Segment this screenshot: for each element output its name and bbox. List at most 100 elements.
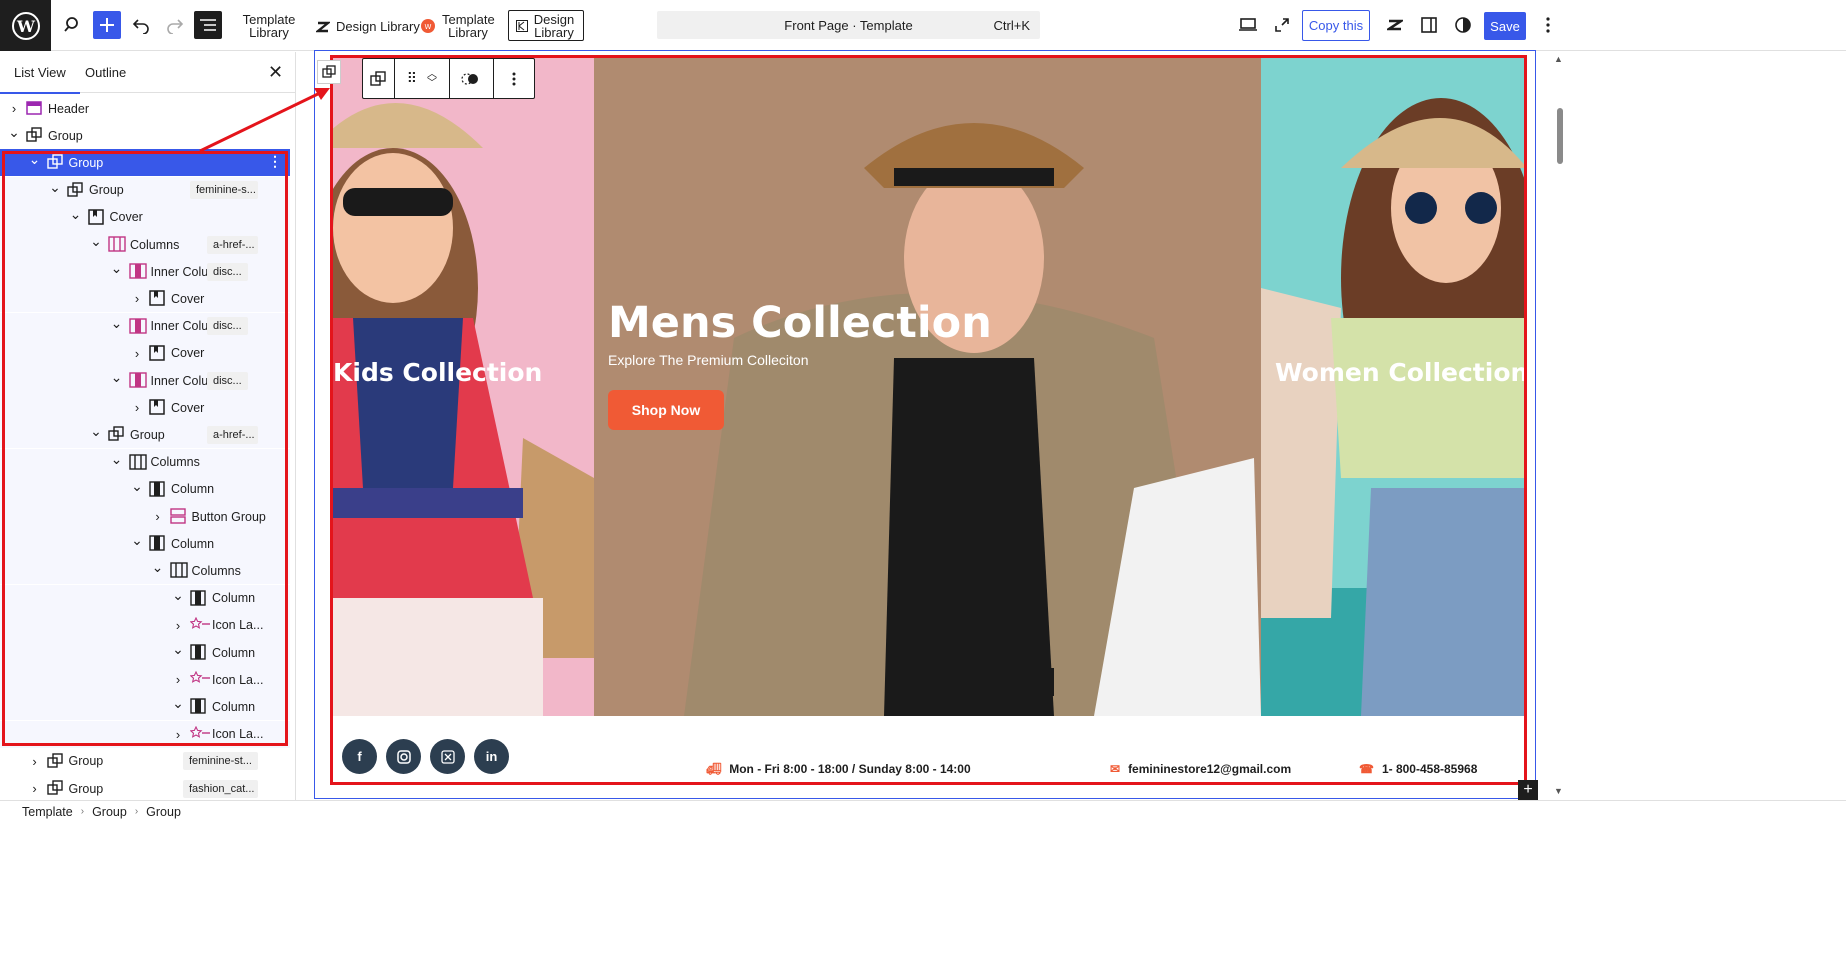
- scroll-down-icon[interactable]: ▼: [1554, 786, 1563, 796]
- list-view-row[interactable]: ⌄ Column: [0, 639, 290, 666]
- design-library-button[interactable]: Design Library: [316, 19, 420, 34]
- list-view-row[interactable]: ⌄ Group feminine-s...: [0, 176, 290, 204]
- chevron-down-icon[interactable]: ⌄: [131, 478, 143, 495]
- search-icon[interactable]: [58, 10, 88, 40]
- chevron-right-icon[interactable]: ›: [131, 400, 143, 415]
- list-view-row[interactable]: › Group fashion_cat...: [0, 775, 290, 800]
- template-library-button-2[interactable]: W Template Library: [420, 13, 495, 39]
- list-view-row[interactable]: › Cover: [0, 339, 290, 367]
- list-view-row[interactable]: › Cover: [0, 285, 290, 313]
- chevron-right-icon[interactable]: ›: [172, 672, 184, 687]
- canvas-scrollbar[interactable]: ▲ ▼: [1550, 52, 1568, 800]
- linkedin-icon[interactable]: in: [474, 739, 509, 774]
- command-palette-button[interactable]: Front Page · Template Ctrl+K: [657, 11, 1040, 39]
- chevron-down-icon[interactable]: ⌄: [111, 369, 123, 386]
- chevron-down-icon[interactable]: ⌄: [172, 641, 184, 658]
- scrollbar-thumb[interactable]: [1557, 108, 1563, 164]
- save-button[interactable]: Save: [1484, 12, 1526, 40]
- chevron-right-icon[interactable]: ›: [131, 291, 143, 306]
- chevron-down-icon[interactable]: ⌄: [90, 233, 102, 250]
- chevron-right-icon[interactable]: ›: [172, 618, 184, 633]
- chevron-down-icon[interactable]: ⌄: [111, 451, 123, 468]
- chevron-down-icon[interactable]: ⌄: [90, 423, 102, 440]
- list-view-row[interactable]: › Button Group: [0, 503, 290, 530]
- list-view-row[interactable]: ⌄ Group ⋮: [0, 149, 290, 177]
- redo-icon[interactable]: [160, 10, 190, 40]
- chevron-right-icon[interactable]: ›: [172, 727, 184, 742]
- chevron-right-icon[interactable]: ›: [29, 754, 41, 769]
- shop-now-button[interactable]: Shop Now: [608, 390, 724, 430]
- list-view-row[interactable]: ⌄ Column: [0, 530, 290, 558]
- chevron-down-icon[interactable]: ⌄: [172, 587, 184, 604]
- chevron-down-icon[interactable]: ⌄: [172, 695, 184, 712]
- chevron-down-icon[interactable]: ⌄: [111, 260, 123, 277]
- list-view-row[interactable]: › Icon La...: [0, 666, 290, 694]
- chevron-down-icon[interactable]: ⌄: [131, 532, 143, 549]
- design-library-button-2[interactable]: Design Library: [508, 10, 584, 41]
- block-type-button[interactable]: [363, 59, 395, 98]
- list-view-row[interactable]: ⌄ Columns a-href-...: [0, 231, 290, 258]
- tab-list-view[interactable]: List View: [0, 65, 80, 94]
- select-parent-button[interactable]: [317, 60, 341, 84]
- chevron-down-icon[interactable]: ⌄: [152, 559, 164, 576]
- chevron-down-icon[interactable]: ⌄: [70, 206, 82, 223]
- chevron-down-icon[interactable]: ⌄: [111, 315, 123, 332]
- options-kebab-icon[interactable]: [1533, 10, 1563, 40]
- template-library-button[interactable]: Template Library: [238, 13, 300, 39]
- copy-this-button[interactable]: Copy this: [1302, 10, 1370, 41]
- desktop-preview-icon[interactable]: [1233, 10, 1263, 40]
- list-view-row[interactable]: ⌄ Group: [0, 122, 290, 149]
- chevron-down-icon[interactable]: ⌄: [49, 179, 61, 196]
- list-view-row[interactable]: › Icon La...: [0, 611, 290, 639]
- list-view-row[interactable]: › Group feminine-st...: [0, 748, 290, 775]
- block-style-button[interactable]: [450, 59, 494, 98]
- list-view-row[interactable]: ⌄ Columns: [0, 557, 290, 585]
- list-view-row[interactable]: › Header: [0, 95, 290, 122]
- list-view-row[interactable]: ⌄ Columns: [0, 448, 290, 476]
- chevron-right-icon[interactable]: ›: [8, 101, 20, 116]
- styles-icon[interactable]: [1448, 10, 1478, 40]
- chevron-right-icon[interactable]: ›: [152, 509, 164, 524]
- external-link-icon[interactable]: [1267, 10, 1297, 40]
- chevron-down-icon[interactable]: ⌄: [29, 151, 41, 168]
- move-up-down-icon[interactable]: ︿ ﹀: [427, 69, 437, 88]
- women-collection-cover[interactable]: Women Collection: [1261, 58, 1524, 716]
- list-view-row[interactable]: ⌄ Column: [0, 693, 290, 721]
- list-view-row[interactable]: ⌄ Column: [0, 475, 290, 503]
- list-view-row[interactable]: ⌄ Inner Colu... disc...: [0, 258, 290, 286]
- list-view-row[interactable]: › Cover: [0, 394, 290, 422]
- undo-icon[interactable]: [126, 10, 156, 40]
- list-view-row[interactable]: › Icon La...: [0, 720, 290, 748]
- block-inserter-button[interactable]: [93, 11, 121, 39]
- row-label: Cover: [171, 346, 205, 361]
- settings-sidebar-icon[interactable]: [1414, 10, 1444, 40]
- breadcrumb-item[interactable]: Group: [146, 805, 181, 819]
- list-view-row[interactable]: ⌄ Column: [0, 584, 290, 612]
- chevron-right-icon[interactable]: ›: [131, 346, 143, 361]
- block-options-button[interactable]: [494, 59, 535, 98]
- close-icon[interactable]: ✕: [268, 62, 283, 83]
- facebook-icon[interactable]: f: [342, 739, 377, 774]
- document-overview-button[interactable]: [194, 11, 222, 39]
- list-view-row[interactable]: ⌄ Inner Colu... disc...: [0, 312, 290, 340]
- instagram-icon[interactable]: [386, 739, 421, 774]
- chevron-right-icon[interactable]: ›: [29, 781, 41, 796]
- row-options-icon[interactable]: ⋮: [268, 153, 282, 170]
- scroll-up-icon[interactable]: ▲: [1554, 54, 1563, 64]
- tab-outline[interactable]: Outline: [85, 65, 126, 80]
- list-view-row[interactable]: ⌄ Group a-href-...: [0, 421, 290, 449]
- breadcrumb-item[interactable]: Template: [22, 805, 73, 819]
- kadence-icon: [516, 19, 528, 32]
- chevron-down-icon[interactable]: ⌄: [8, 124, 20, 141]
- drag-handle-icon[interactable]: ⠿: [407, 70, 417, 87]
- stackable-icon[interactable]: [1380, 10, 1410, 40]
- mens-collection-cover[interactable]: Mens Collection Explore The Premium Coll…: [594, 58, 1261, 716]
- add-block-icon[interactable]: +: [1518, 780, 1538, 800]
- list-view-row[interactable]: ⌄ Inner Colu... disc...: [0, 367, 290, 394]
- wordpress-logo-button[interactable]: W: [0, 0, 51, 51]
- breadcrumb-item[interactable]: Group: [92, 805, 127, 819]
- kids-collection-cover[interactable]: Kids Collection: [333, 58, 594, 716]
- selected-group-block[interactable]: Kids Collection Mens Collection Explore …: [330, 55, 1527, 785]
- x-twitter-icon[interactable]: [430, 739, 465, 774]
- list-view-row[interactable]: ⌄ Cover: [0, 203, 290, 231]
